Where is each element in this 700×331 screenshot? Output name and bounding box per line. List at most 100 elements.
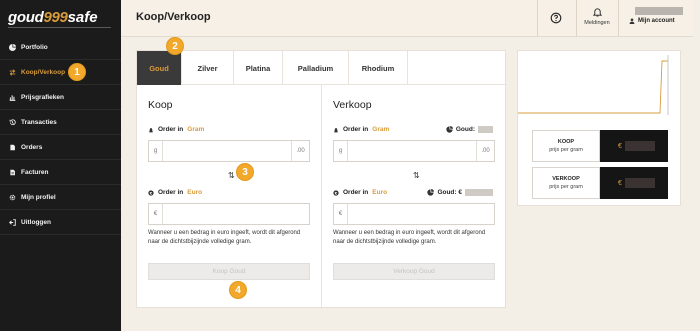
sidebar-item-prijsgrafieken[interactable]: Prijsgrafieken <box>0 85 121 110</box>
sell-gram-field[interactable] <box>348 141 476 161</box>
sell-price-redacted <box>624 178 655 188</box>
sell-gram-label-text: Order in <box>343 126 369 133</box>
sell-euro-label-text: Order in <box>343 189 369 196</box>
euro-symbol: € <box>618 142 622 150</box>
buy-gram-label: Order in Gram <box>148 126 204 133</box>
euro-coin-icon: € <box>148 189 154 196</box>
metal-tabs: Goud Zilver Platina Palladium Rhodium <box>137 51 507 85</box>
gold-bar-icon <box>149 127 153 132</box>
sell-title: Verkoop <box>333 99 372 111</box>
sell-gold-label: Goud: <box>455 126 475 133</box>
sell-gold-button[interactable]: Verkoop Goud <box>333 263 495 280</box>
sidebar: goud 999 safe Portfolio Koop/Verkoop Pri… <box>0 0 121 331</box>
buy-swap-icon[interactable]: ⇅ <box>228 171 235 180</box>
buy-price-title: KOOP <box>557 139 575 145</box>
bell-icon <box>592 8 602 17</box>
sell-gold-euro-value-redacted <box>465 189 493 196</box>
sidebar-item-label: Prijsgrafieken <box>21 93 64 101</box>
trade-card: Goud Zilver Platina Palladium Rhodium Ko… <box>136 50 507 309</box>
annotation-badge-1: 1 <box>68 63 86 81</box>
annotation-badge-3: 3 <box>236 163 254 181</box>
logo-text-safe: safe <box>67 9 98 26</box>
tab-palladium[interactable]: Palladium <box>283 51 349 85</box>
tab-rhodium[interactable]: Rhodium <box>349 51 408 85</box>
sidebar-item-label: Facturen <box>21 168 49 176</box>
notifications-button[interactable]: Meldingen <box>581 7 613 26</box>
sidebar-item-label: Transacties <box>21 118 57 126</box>
price-sparkline <box>518 55 669 115</box>
sidebar-item-facturen[interactable]: Facturen <box>0 160 121 185</box>
sidebar-item-transacties[interactable]: Transacties <box>0 110 121 135</box>
divider <box>537 0 538 37</box>
buy-euro-input[interactable]: € <box>148 203 310 225</box>
sell-gram-input[interactable]: g .00 <box>333 140 495 162</box>
sell-gram-label: Order in Gram <box>333 126 389 133</box>
sidebar-item-label: Uitloggen <box>21 218 51 226</box>
buy-price-redacted <box>624 141 655 151</box>
sidebar-item-label: Koop/Verkoop <box>21 68 66 76</box>
sidebar-item-koop-verkoop[interactable]: Koop/Verkoop <box>0 60 121 85</box>
invoice-icon <box>9 169 16 176</box>
euro-prefix: € <box>149 204 163 224</box>
sell-rounding-note: Wanneer u een bedrag in euro ingeeft, wo… <box>333 230 486 245</box>
euro-symbol: € <box>618 179 622 187</box>
euro-prefix: € <box>334 204 348 224</box>
buy-price-value-box: € <box>600 130 668 162</box>
tab-goud[interactable]: Goud <box>137 51 182 85</box>
gram-suffix: .00 <box>476 141 494 161</box>
sidebar-item-portfolio[interactable]: Portfolio <box>0 35 121 60</box>
sidebar-item-label: Mijn profiel <box>21 193 56 201</box>
gold-bar-icon <box>334 127 338 132</box>
swap-icon <box>9 68 16 76</box>
buy-rounding-note: Wanneer u een bedrag in euro ingeeft, wo… <box>148 230 301 245</box>
svg-text:€: € <box>334 190 338 195</box>
sell-price-title: VERKOOP <box>552 176 580 182</box>
sell-gold-euro-balance: Goud: € <box>427 189 493 196</box>
logo[interactable]: goud 999 safe <box>8 9 98 26</box>
account-menu[interactable]: Mijn account <box>629 7 689 24</box>
sidebar-item-uitloggen[interactable]: Uitloggen <box>0 210 121 235</box>
gear-icon <box>9 194 16 201</box>
help-button[interactable] <box>550 12 562 24</box>
buy-euro-label-text: Order in <box>158 189 184 196</box>
svg-text:€: € <box>149 190 153 195</box>
user-icon <box>629 18 635 24</box>
buy-gold-button[interactable]: Koop Goud <box>148 263 310 280</box>
pie-chart-icon <box>427 189 435 196</box>
buy-price-label-box: KOOP prijs per gram <box>532 130 600 162</box>
gram-prefix: g <box>334 141 348 161</box>
buy-title: Koop <box>148 99 173 111</box>
sell-euro-field[interactable] <box>348 204 494 224</box>
buy-panel: Koop Order in Gram g .00 ⇅ € Order in Eu… <box>137 85 322 309</box>
sell-swap-icon[interactable]: ⇅ <box>413 171 420 180</box>
help-icon <box>550 12 562 24</box>
logo-text-goud: goud <box>8 9 44 26</box>
buy-gram-input[interactable]: g .00 <box>148 140 310 162</box>
sidebar-item-label: Portfolio <box>21 43 48 51</box>
sidebar-item-mijn-profiel[interactable]: Mijn profiel <box>0 185 121 210</box>
history-icon <box>9 118 16 126</box>
sell-price-row: VERKOOP prijs per gram € <box>532 167 668 199</box>
sell-gold-balance: Goud: <box>446 126 493 133</box>
sell-price-value-box: € <box>600 167 668 199</box>
buy-price-sub: prijs per gram <box>549 147 583 153</box>
annotation-badge-4: 4 <box>229 281 247 299</box>
buy-gram-field[interactable] <box>163 141 291 161</box>
page-title: Koop/Verkoop <box>136 11 211 23</box>
tab-platina[interactable]: Platina <box>234 51 283 85</box>
divider <box>618 0 619 37</box>
divider <box>8 27 111 28</box>
sidebar-item-label: Orders <box>21 143 43 151</box>
gram-suffix: .00 <box>291 141 309 161</box>
account-label: Mijn account <box>638 18 675 24</box>
sidebar-item-orders[interactable]: Orders <box>0 135 121 160</box>
buy-euro-field[interactable] <box>163 204 309 224</box>
sell-euro-input[interactable]: € <box>333 203 495 225</box>
pie-chart-icon <box>9 43 16 51</box>
sell-price-sub: prijs per gram <box>549 184 583 190</box>
sell-price-label-box: VERKOOP prijs per gram <box>532 167 600 199</box>
tab-zilver[interactable]: Zilver <box>182 51 234 85</box>
notifications-label: Meldingen <box>584 20 610 26</box>
euro-coin-icon: € <box>333 189 339 196</box>
sell-panel: Verkoop Order in Gram Goud: g .00 ⇅ € Or… <box>322 85 507 309</box>
